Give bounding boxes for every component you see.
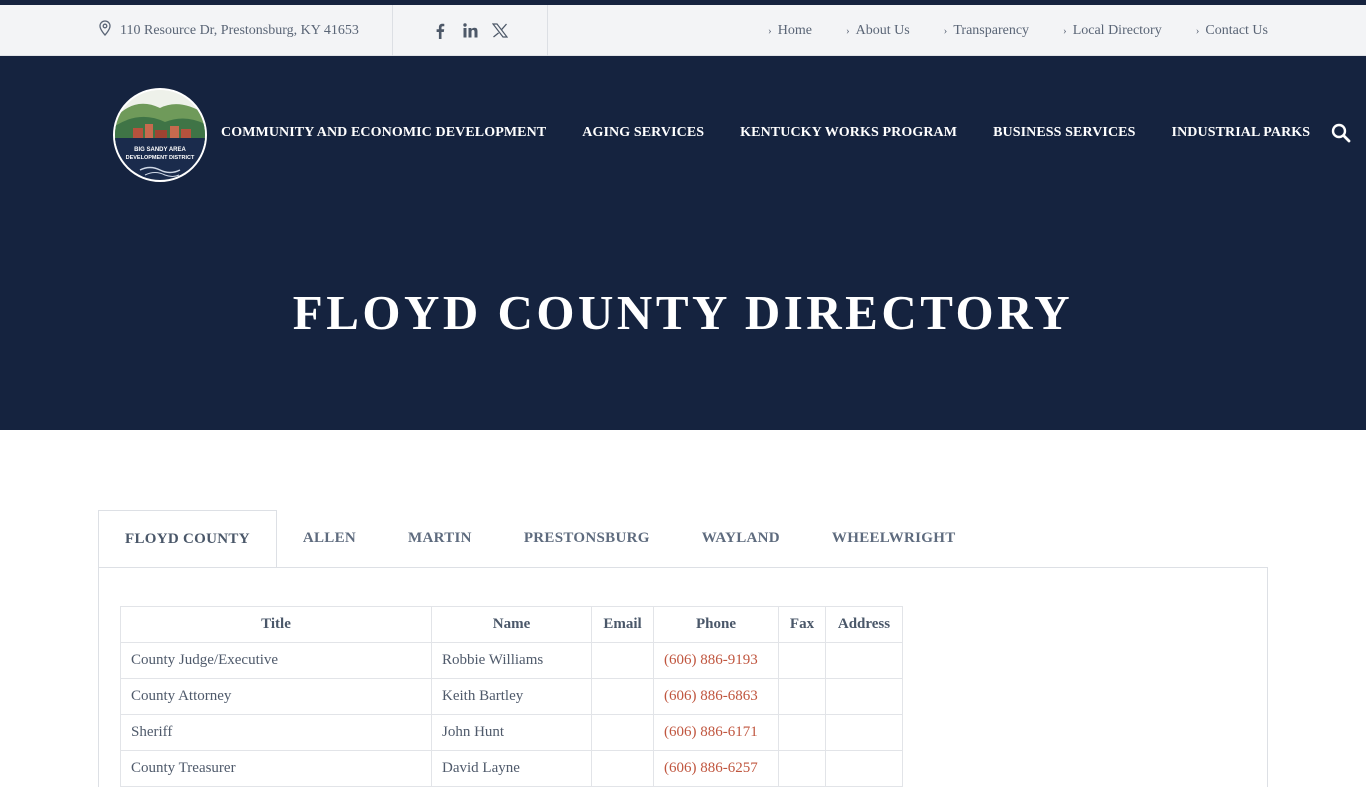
main-nav: COMMUNITY AND ECONOMIC DEVELOPMENT AGING… xyxy=(221,122,1346,144)
logo-line-1: BIG SANDY AREA xyxy=(134,147,186,153)
cell-phone-link[interactable]: (606) 886-6171 xyxy=(653,714,779,751)
cell-address xyxy=(825,678,903,715)
cell-fax xyxy=(778,642,826,679)
tab-floyd-county[interactable]: FLOYD COUNTY xyxy=(98,510,277,568)
nav-business-services[interactable]: BUSINESS SERVICES xyxy=(993,125,1135,141)
cell-title: County Judge/Executive xyxy=(120,642,432,679)
linkedin-icon[interactable] xyxy=(462,23,478,39)
chevron-right-icon: › xyxy=(1195,24,1200,37)
chevron-right-icon: › xyxy=(845,24,850,37)
utility-link-home[interactable]: › Home xyxy=(768,23,812,39)
cell-fax xyxy=(778,750,826,787)
chevron-right-icon: › xyxy=(768,24,772,37)
logo-line-2: DEVELOPMENT DISTRICT xyxy=(126,155,195,161)
cell-address xyxy=(825,642,903,679)
search-icon[interactable] xyxy=(1331,123,1353,145)
nav-community-economic-development[interactable]: COMMUNITY AND ECONOMIC DEVELOPMENT xyxy=(221,125,546,141)
utility-bar: 110 Resource Dr, Prestonsburg, KY 41653 … xyxy=(0,5,1366,56)
directory-table: Title Name Email Phone Fax Address Count… xyxy=(120,606,903,787)
utility-nav: › Home › About Us › Transparency › Local Dir… xyxy=(768,5,1268,56)
cell-email xyxy=(591,714,654,751)
tab-prestonsburg[interactable]: PRESTONSBURG xyxy=(498,510,676,567)
column-header-name: Name xyxy=(431,606,592,643)
cell-fax xyxy=(778,714,826,751)
facebook-icon[interactable] xyxy=(432,23,448,39)
cell-email xyxy=(591,678,654,715)
cell-email xyxy=(591,750,654,787)
cell-name: David Layne xyxy=(431,750,592,787)
cell-phone-link[interactable]: (606) 886-6863 xyxy=(653,678,779,715)
cell-address xyxy=(825,714,903,751)
column-header-address: Address xyxy=(825,606,903,643)
cell-name: John Hunt xyxy=(431,714,592,751)
nav-industrial-parks[interactable]: INDUSTRIAL PARKS xyxy=(1172,125,1311,141)
cell-fax xyxy=(778,678,826,715)
utility-link-contact[interactable]: › Contact Us xyxy=(1196,23,1268,39)
table-row: Sheriff John Hunt (606) 886-6171 xyxy=(120,714,903,751)
table-row: County Judge/Executive Robbie Williams (… xyxy=(120,642,903,679)
column-header-phone: Phone xyxy=(653,606,779,643)
nav-kentucky-works-program[interactable]: KENTUCKY WORKS PROGRAM xyxy=(740,125,957,141)
cell-name: Keith Bartley xyxy=(431,678,592,715)
cell-title: County Treasurer xyxy=(120,750,432,787)
tab-panel: Title Name Email Phone Fax Address Count… xyxy=(98,567,1268,787)
chevron-right-icon: › xyxy=(1063,24,1067,37)
site-logo[interactable]: BIG SANDY AREA DEVELOPMENT DISTRICT xyxy=(113,88,207,182)
cell-name: Robbie Williams xyxy=(431,642,592,679)
column-header-title: Title xyxy=(120,606,432,643)
x-twitter-icon[interactable] xyxy=(492,23,508,39)
directory-tabs: FLOYD COUNTY ALLEN MARTIN PRESTONSBURG W… xyxy=(98,510,982,568)
table-header-row: Title Name Email Phone Fax Address xyxy=(120,606,903,643)
tab-wheelwright[interactable]: WHEELWRIGHT xyxy=(806,510,982,567)
social-links xyxy=(392,5,548,56)
cell-title: County Attorney xyxy=(120,678,432,715)
tab-allen[interactable]: ALLEN xyxy=(277,510,382,567)
column-header-email: Email xyxy=(591,606,654,643)
nav-aging-services[interactable]: AGING SERVICES xyxy=(582,125,704,141)
cell-title: Sheriff xyxy=(120,714,432,751)
cell-address xyxy=(825,750,903,787)
tab-wayland[interactable]: WAYLAND xyxy=(676,510,806,567)
cell-phone-link[interactable]: (606) 886-9193 xyxy=(653,642,779,679)
address: 110 Resource Dr, Prestonsburg, KY 41653 xyxy=(98,5,359,56)
table-row: County Attorney Keith Bartley (606) 886-… xyxy=(120,678,903,715)
address-text: 110 Resource Dr, Prestonsburg, KY 41653 xyxy=(120,22,359,38)
cell-email xyxy=(591,642,654,679)
column-header-fax: Fax xyxy=(778,606,826,643)
cell-phone-link[interactable]: (606) 886-6257 xyxy=(653,750,779,787)
site-header: BIG SANDY AREA DEVELOPMENT DISTRICT COMM… xyxy=(0,56,1366,430)
utility-link-about[interactable]: › About Us xyxy=(846,23,910,39)
page-title: FLOYD COUNTY DIRECTORY xyxy=(292,285,1074,340)
chevron-right-icon: › xyxy=(943,24,948,37)
utility-link-local-directory[interactable]: › Local Directory xyxy=(1063,23,1162,39)
utility-link-transparency[interactable]: › Transparency xyxy=(944,23,1029,39)
table-row: County Treasurer David Layne (606) 886-6… xyxy=(120,750,903,787)
map-pin-icon xyxy=(98,20,120,41)
tab-martin[interactable]: MARTIN xyxy=(382,510,498,567)
